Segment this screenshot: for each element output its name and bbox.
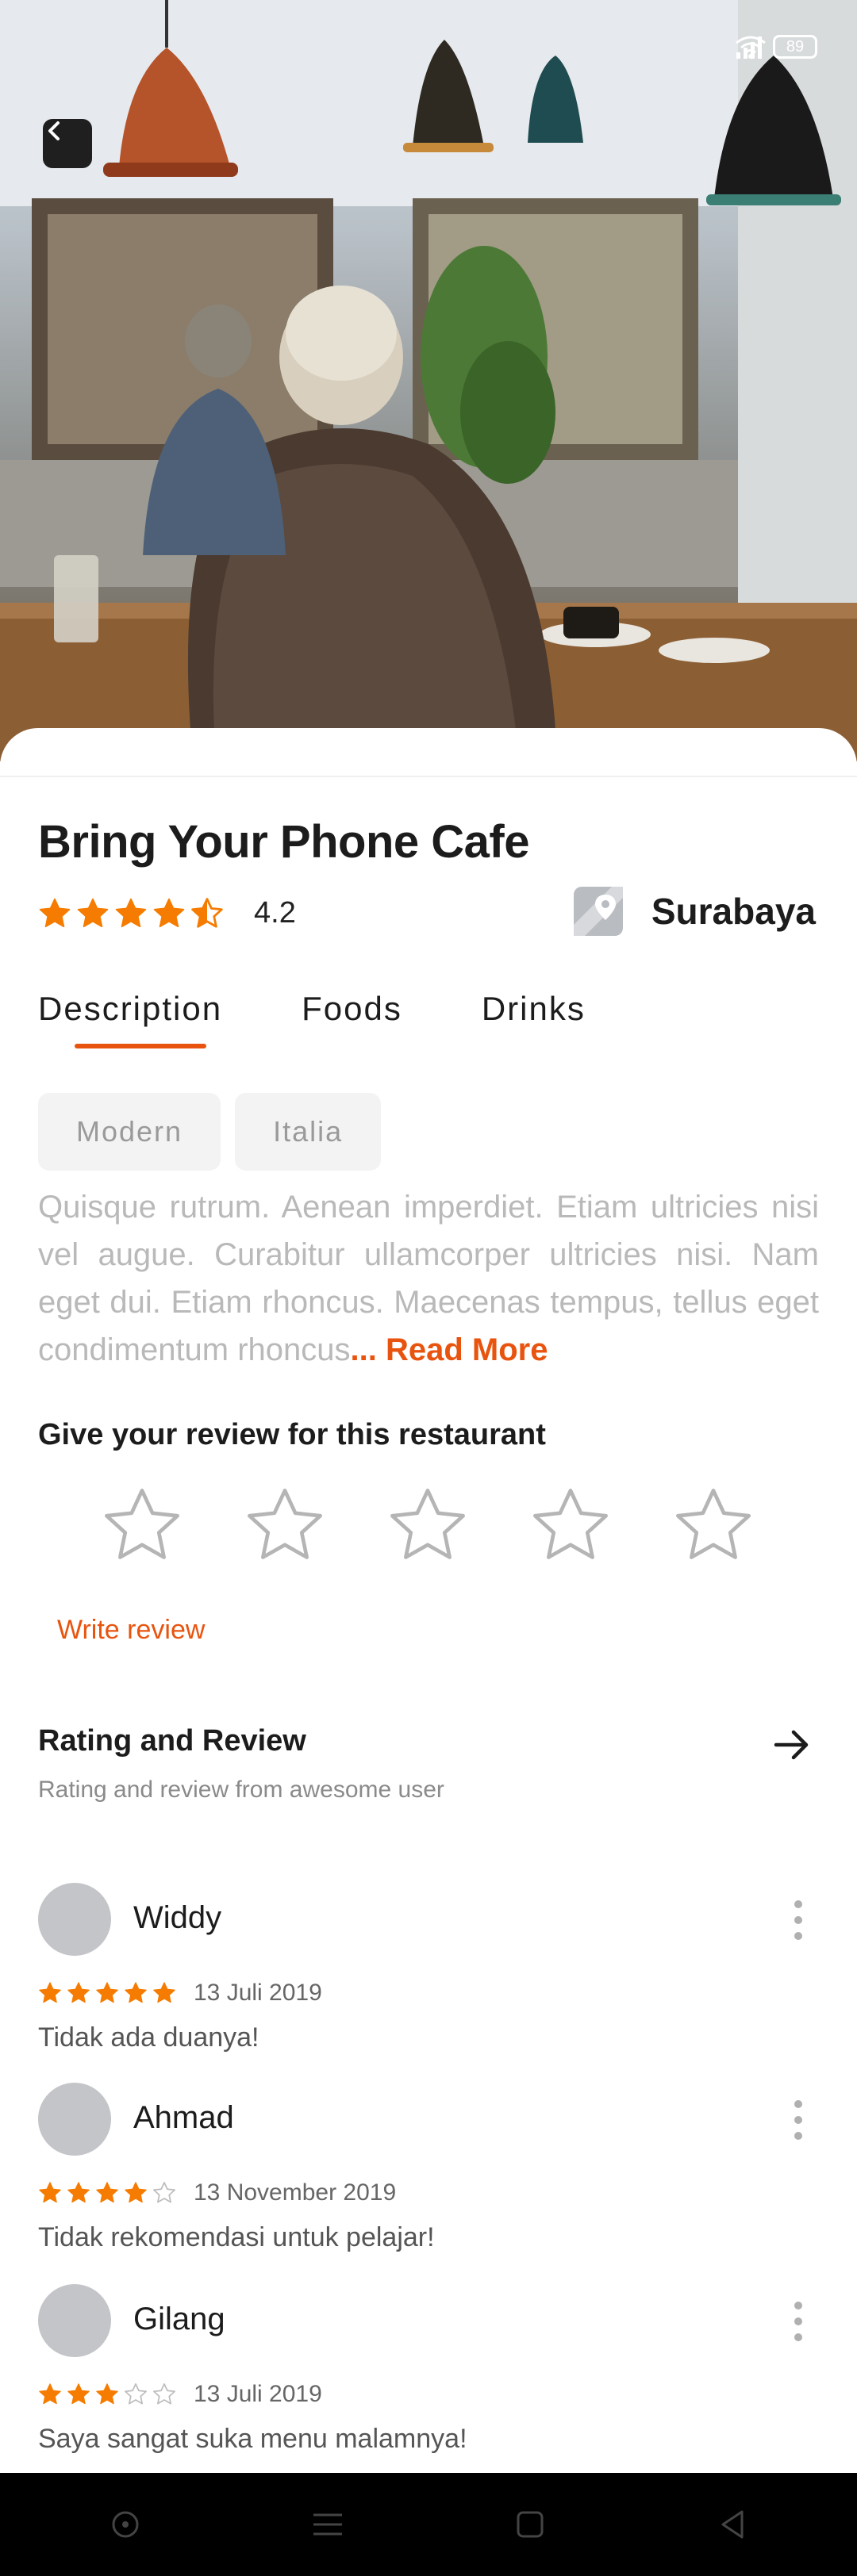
star-icon [96,1982,118,2003]
detail-sheet: Bring Your Phone Cafe 4.2 Surabaya Descr… [0,728,857,2473]
tab-description[interactable]: Description [38,990,222,1048]
review-text: Saya sangat suka menu malamnya! [38,2424,467,2454]
star-icon [153,1982,175,2003]
restaurant-name: Bring Your Phone Cafe [38,816,529,868]
tag-list: Modern Italia [38,1093,382,1171]
avatar[interactable] [38,1883,111,1956]
rating-stars [38,897,224,930]
star-icon [67,1982,90,2003]
review-date: 13 November 2019 [194,2179,397,2206]
star-empty-icon [153,2383,175,2405]
location[interactable]: Surabaya [573,887,816,936]
tab-foods[interactable]: Foods [302,990,402,1048]
map-pin-icon [573,887,623,936]
review-stars [38,2382,176,2406]
write-review-button[interactable]: Write review [57,1615,205,1646]
star-icon [115,898,147,927]
square-icon[interactable] [506,2501,554,2548]
tab-bar: Description Foods Drinks [38,990,586,1048]
rating-section-subtitle: Rating and review from awesome user [38,1777,444,1803]
star-icon [125,1982,147,2003]
star-icon [77,898,109,927]
star-outline-icon[interactable] [387,1485,468,1566]
star-icon [125,2182,147,2203]
menu-icon[interactable] [304,2501,352,2548]
review-prompt: Give your review for this restaurant [38,1418,546,1451]
star-rating-input [102,1485,754,1566]
review-text: Tidak rekomendasi untuk pelajar! [38,2222,435,2252]
rating-value: 4.2 [254,896,296,930]
star-outline-icon[interactable] [102,1485,183,1566]
more-options-icon[interactable] [789,1900,808,1940]
chevron-left-icon [48,121,60,140]
review-item: Widdy 13 Juli 2019 Tidak ada duanya! [38,1883,819,2073]
system-nav-bar [0,2473,857,2576]
avatar[interactable] [38,2083,111,2156]
avatar[interactable] [38,2284,111,2357]
star-icon [39,898,71,927]
arrow-right-icon[interactable] [771,1724,813,1765]
review-item: Ahmad 13 November 2019 Tidak rekomendasi… [38,2083,819,2273]
star-icon [153,898,185,927]
star-icon [191,897,223,928]
star-icon [67,2182,90,2203]
location-label: Surabaya [651,891,816,932]
tag-chip[interactable]: Italia [235,1093,382,1171]
star-outline-icon[interactable] [530,1485,611,1566]
description: Quisque rutrum. Aenean imperdiet. Etiam … [38,1183,819,1374]
star-outline-icon[interactable] [244,1485,325,1566]
star-icon [39,1982,61,2003]
read-more-link[interactable]: ... Read More [351,1332,548,1367]
reviewer-name: Gilang [133,2302,225,2336]
reviewer-name: Widdy [133,1900,222,1935]
circle-icon[interactable] [102,2501,149,2548]
more-options-icon[interactable] [789,2302,808,2341]
tab-drinks[interactable]: Drinks [482,990,586,1048]
tag-chip[interactable]: Modern [38,1093,221,1171]
star-icon [96,2182,118,2203]
star-empty-icon [125,2383,147,2405]
cafe-photo [0,0,857,761]
star-icon [96,2383,118,2405]
review-text: Tidak ada duanya! [38,2022,259,2053]
rating-section-title: Rating and Review [38,1724,306,1758]
review-date: 13 Juli 2019 [194,1980,322,2006]
reviewer-name: Ahmad [133,2100,234,2135]
divider [0,776,857,777]
back-triangle-icon[interactable] [709,2501,756,2548]
star-outline-icon[interactable] [673,1485,754,1566]
review-date: 13 Juli 2019 [194,2381,322,2407]
hero-image: 89 [0,0,857,761]
star-empty-icon [153,2182,175,2203]
review-item: Gilang 13 Juli 2019 Saya sangat suka men… [38,2284,819,2474]
review-stars [38,2181,176,2205]
star-icon [39,2383,61,2405]
star-icon [67,2383,90,2405]
battery-indicator: 89 [773,35,817,59]
star-icon [39,2182,61,2203]
review-stars [38,1981,176,2005]
restaurant-rating: 4.2 [38,896,296,930]
back-button[interactable] [43,119,92,168]
status-bar: 89 [0,0,857,103]
more-options-icon[interactable] [789,2100,808,2140]
